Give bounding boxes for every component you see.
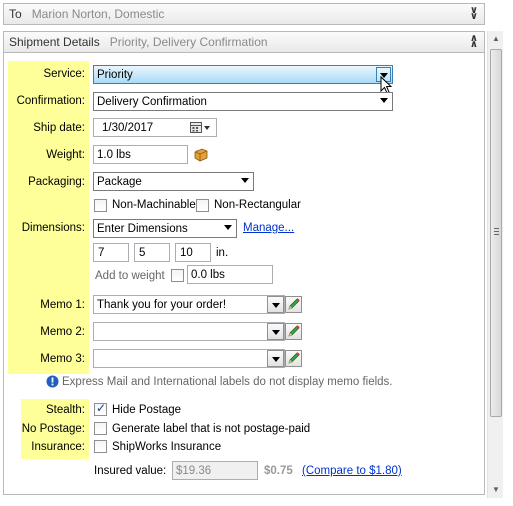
memo2-dropdown-button[interactable]	[267, 323, 284, 340]
info-icon	[46, 375, 59, 388]
insurance-label: Insurance:	[31, 441, 85, 453]
chevron-double-up-icon[interactable]: ∧ ∧	[470, 34, 478, 50]
confirmation-select[interactable]: Delivery Confirmation	[93, 92, 393, 111]
no-postage-checkbox[interactable]	[94, 422, 107, 435]
dimensions-unit: in.	[216, 247, 229, 259]
dimensions-label: Dimensions:	[21, 222, 85, 234]
memo1-dropdown-button[interactable]	[267, 296, 284, 313]
scroll-down-icon[interactable]: ▼	[488, 482, 504, 498]
hide-postage-checkbox[interactable]	[94, 401, 107, 416]
shipment-section-summary: Priority, Delivery Confirmation	[109, 35, 268, 49]
to-section-label: To	[9, 7, 22, 21]
insured-value-input[interactable]: $19.36	[172, 461, 258, 480]
insured-value-label: Insured value:	[94, 465, 167, 477]
service-value: Priority	[97, 68, 133, 81]
width-value: 5	[139, 246, 146, 259]
add-to-weight-label: Add to weight	[95, 270, 165, 282]
memo3-edit-button[interactable]	[285, 350, 302, 367]
non-rectangular-checkbox[interactable]	[196, 199, 209, 212]
insured-value-amount: $19.36	[176, 464, 212, 477]
stealth-label: Stealth:	[46, 404, 85, 416]
memo2-label: Memo 2:	[40, 326, 85, 338]
confirmation-value: Delivery Confirmation	[97, 95, 207, 108]
non-rectangular-label: Non-Rectangular	[214, 199, 301, 211]
memo3-input[interactable]	[93, 349, 285, 368]
memo3-label: Memo 3:	[40, 353, 85, 365]
non-machinable-checkbox[interactable]	[94, 199, 107, 212]
memo2-input[interactable]	[93, 322, 285, 341]
memo1-value: Thank you for your order!	[97, 298, 227, 311]
shipment-section-label: Shipment Details	[9, 35, 100, 49]
weight-label: Weight:	[46, 149, 85, 161]
height-value: 10	[180, 246, 193, 259]
add-to-weight-checkbox[interactable]	[171, 269, 184, 282]
insurance-cost: $0.75	[264, 465, 293, 477]
confirmation-label: Confirmation:	[16, 95, 85, 107]
compare-insurance-link[interactable]: (Compare to $1.80)	[302, 465, 402, 477]
shipment-section-header[interactable]: Shipment Details Priority, Delivery Conf…	[3, 31, 485, 53]
to-section-summary: Marion Norton, Domestic	[31, 7, 165, 21]
non-machinable-label: Non-Machinable	[112, 199, 196, 211]
insurance-option-label: ShipWorks Insurance	[112, 441, 222, 453]
packaging-label: Packaging:	[28, 176, 85, 188]
memo1-input[interactable]: Thank you for your order!	[93, 295, 285, 314]
dimensions-value: Enter Dimensions	[97, 222, 188, 235]
manage-dimensions-link[interactable]: Manage...	[243, 222, 294, 234]
dropdown-arrow-icon	[224, 225, 232, 230]
pencil-icon	[288, 325, 300, 337]
memo1-label: Memo 1:	[40, 299, 85, 311]
dropdown-arrow-icon	[380, 98, 388, 103]
packaging-value: Package	[97, 175, 142, 188]
hide-postage-label: Hide Postage	[112, 404, 182, 416]
no-postage-label: No Postage:	[21, 423, 85, 435]
vertical-scrollbar[interactable]: ▲ ▼	[487, 31, 503, 498]
no-postage-option-label: Generate label that is not postage-paid	[112, 423, 311, 435]
memo2-edit-button[interactable]	[285, 323, 302, 340]
packaging-select[interactable]: Package	[93, 172, 254, 191]
memo-note-text: Express Mail and International labels do…	[62, 376, 393, 388]
height-input[interactable]: 10	[175, 243, 211, 262]
add-to-weight-value: 0.0 lbs	[191, 268, 225, 281]
length-input[interactable]: 7	[93, 243, 129, 262]
add-to-weight-input[interactable]: 0.0 lbs	[187, 265, 273, 284]
length-value: 7	[98, 246, 105, 259]
weight-value: 1.0 lbs	[97, 148, 131, 161]
dropdown-arrow-icon	[241, 178, 249, 183]
scroll-thumb[interactable]	[490, 49, 502, 417]
width-input[interactable]: 5	[134, 243, 170, 262]
service-select[interactable]: Priority	[93, 65, 393, 84]
chevron-double-down-icon[interactable]: ∨ ∨	[470, 6, 478, 22]
ship-date-label: Ship date:	[33, 122, 85, 134]
weight-input[interactable]: 1.0 lbs	[93, 145, 188, 164]
pencil-icon	[288, 298, 300, 310]
service-label: Service:	[43, 68, 85, 80]
calendar-icon[interactable]	[190, 121, 212, 134]
dimensions-select[interactable]: Enter Dimensions	[93, 219, 237, 238]
ship-date-value: 1/30/2017	[102, 121, 154, 134]
memo1-edit-button[interactable]	[285, 296, 302, 313]
pencil-icon	[288, 352, 300, 364]
to-section-header[interactable]: To Marion Norton, Domestic ∨ ∨	[3, 3, 485, 25]
memo3-dropdown-button[interactable]	[267, 350, 284, 367]
grip-icon	[494, 228, 499, 235]
insurance-checkbox[interactable]	[94, 440, 107, 453]
scale-icon[interactable]	[193, 146, 209, 162]
scroll-up-icon[interactable]: ▲	[488, 31, 504, 47]
